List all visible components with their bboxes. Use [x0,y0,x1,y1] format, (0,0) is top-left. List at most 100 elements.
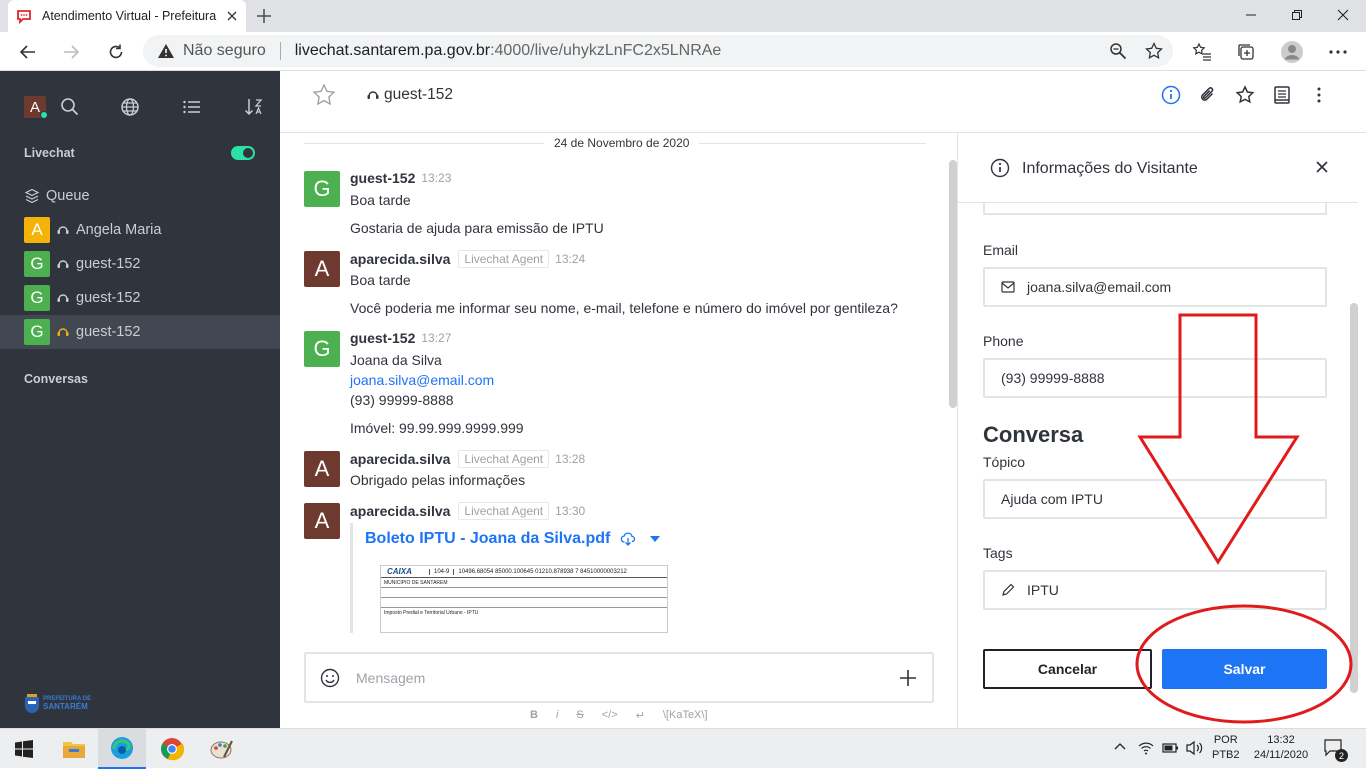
sort-icon[interactable] [244,97,264,117]
window-close-icon[interactable] [1320,0,1366,30]
battery-plug-icon[interactable] [1162,740,1180,756]
edge-browser-icon[interactable] [98,729,146,769]
address-bar[interactable]: Não seguro livechat.santarem.pa.gov.br :… [143,35,1173,67]
message-text: Você poderia me informar seu nome, e-mai… [350,300,898,316]
message-username[interactable]: guest-152 [350,170,415,186]
message-avatar[interactable]: G [304,171,340,207]
conversas-section-label: Conversas [24,372,88,386]
message[interactable]: A aparecida.silva Livechat Agent 13:24 B… [304,250,924,321]
format-bold[interactable]: B [530,709,538,722]
topic-field[interactable]: Ajuda com IPTU [983,479,1327,519]
favorites-list-icon[interactable] [1190,40,1214,64]
formatting-toolbar: B i S </> ↵ \[KaTeX\] [530,709,708,722]
format-italic[interactable]: i [556,709,558,722]
reload-icon[interactable] [104,40,128,64]
file-explorer-icon[interactable] [50,729,98,769]
transcript-icon[interactable] [1272,85,1292,105]
message-time: 13:24 [555,252,586,266]
avatar-initial: G [313,176,331,201]
format-katex[interactable]: \[KaTeX\] [663,709,708,722]
email-value: joana.silva@email.com [1027,279,1172,295]
message-avatar[interactable]: G [304,331,340,367]
format-code[interactable]: </> [602,709,618,722]
message-username[interactable]: guest-152 [350,330,415,346]
message-avatar[interactable]: A [304,251,340,287]
panel-title: Informações do Visitante [1022,160,1198,177]
phone-field[interactable]: (93) 99999-8888 [983,358,1327,398]
message-avatar[interactable]: A [304,503,340,539]
close-panel-icon[interactable] [1316,161,1328,173]
download-cloud-icon[interactable] [620,531,636,547]
pdf-preview-thumbnail[interactable]: CAIXA 104-9 10496.68054 85000.100645 012… [380,565,668,633]
starred-messages-icon[interactable] [1235,85,1255,105]
message-username[interactable]: aparecida.silva [350,503,450,519]
cancel-button[interactable]: Cancelar [983,649,1152,689]
chrome-icon[interactable] [148,729,196,769]
message-list-scrollbar[interactable] [949,160,957,408]
add-action-plus-icon[interactable] [898,668,918,688]
search-icon[interactable] [60,97,80,117]
panel-scrollbar[interactable] [1350,303,1358,693]
tags-field[interactable]: IPTU [983,570,1327,610]
message[interactable]: G guest-152 13:27 Joana da Silva joana.s… [304,330,924,441]
message-username[interactable]: aparecida.silva [350,251,450,267]
role-badge: Livechat Agent [458,450,550,468]
new-tab-icon[interactable] [254,6,274,26]
room-title: guest-152 [366,86,453,104]
message-time: 13:30 [555,504,586,518]
profile-icon[interactable] [1280,40,1304,64]
windows-start-icon[interactable] [0,729,48,769]
sidebar-room-angela-maria[interactable]: A Angela Maria [0,213,280,247]
attachment-title-link[interactable]: Boleto IPTU - Joana da Silva.pdf [365,530,610,548]
doc-row [381,598,667,608]
clock[interactable]: 13:32 24/11/2020 [1250,733,1312,763]
close-tab-icon[interactable] [226,10,238,22]
collapse-caret-icon[interactable] [650,535,661,543]
format-strike[interactable]: S [576,709,583,722]
format-multiline[interactable]: ↵ [636,709,645,722]
emoji-icon[interactable] [320,668,340,688]
visitor-info-icon[interactable] [1161,85,1181,105]
favorite-room-star-icon[interactable] [312,83,336,107]
minimize-icon[interactable] [1228,0,1274,30]
message[interactable]: A aparecida.silva Livechat Agent 13:30 B… [304,502,924,633]
message[interactable]: G guest-152 13:23 Boa tarde Gostaria de … [304,170,924,241]
url-host: livechat.santarem.pa.gov.br [294,42,491,59]
message[interactable]: A aparecida.silva Livechat Agent 13:28 O… [304,450,924,491]
message-list[interactable]: 24 de Novembro de 2020 G guest-152 13:23… [280,133,957,633]
attachment-clip-icon[interactable] [1198,85,1218,105]
paint-app-icon[interactable] [198,729,246,769]
zoom-icon[interactable] [1109,42,1127,60]
kebab-menu-icon[interactable] [1309,85,1329,105]
lang-line2: PTB2 [1212,749,1240,761]
livechat-availability-toggle[interactable] [231,146,255,160]
browser-tab[interactable]: Atendimento Virtual - Prefeitura [8,0,246,32]
topic-label: Tópico [983,454,1026,470]
tray-chevron-up-icon[interactable] [1114,742,1126,750]
email-link[interactable]: joana.silva@email.com [350,372,494,388]
message-input[interactable] [356,666,876,690]
message-avatar[interactable]: A [304,451,340,487]
queue-link[interactable]: Queue [0,179,280,213]
message-meta: aparecida.silva Livechat Agent 13:24 [350,250,585,268]
network-icon[interactable] [1138,740,1154,756]
back-icon[interactable] [16,40,40,64]
save-button[interactable]: Salvar [1162,649,1327,689]
restore-icon[interactable] [1274,0,1320,30]
room-avatar-initial: G [30,254,44,273]
forward-icon[interactable] [59,40,83,64]
directory-globe-icon[interactable] [120,97,140,117]
sidebar-room-guest-152[interactable]: G guest-152 [0,281,280,315]
more-menu-icon[interactable] [1326,40,1350,64]
volume-icon[interactable] [1186,740,1204,756]
message-username[interactable]: aparecida.silva [350,451,450,467]
sidebar-room-guest-152[interactable]: G guest-152 [0,247,280,281]
language-indicator[interactable]: POR PTB2 [1212,733,1240,763]
message-text: Boa tarde [350,272,411,288]
security-label[interactable]: Não seguro [183,42,266,60]
sidebar-room-guest-152-selected[interactable]: G guest-152 [0,315,280,349]
email-field[interactable]: joana.silva@email.com [983,267,1327,307]
view-mode-list-icon[interactable] [182,97,202,117]
favorite-star-icon[interactable] [1145,42,1163,60]
collections-icon[interactable] [1234,40,1258,64]
